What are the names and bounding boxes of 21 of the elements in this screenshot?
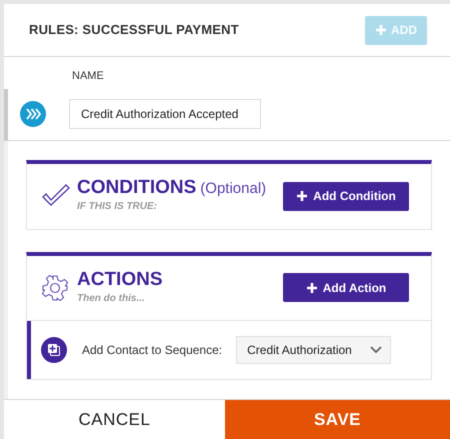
conditions-subtitle: IF THIS IS TRUE: xyxy=(77,200,158,214)
add-condition-button[interactable]: Add Condition xyxy=(283,182,409,210)
chevron-down-icon xyxy=(370,346,382,354)
checkmark-icon xyxy=(41,184,71,208)
add-action-button[interactable]: Add Action xyxy=(283,273,409,302)
plus-icon xyxy=(375,24,387,36)
optional-note: (Optional) xyxy=(200,181,266,196)
name-label: NAME xyxy=(71,69,105,84)
action-label: Add Contact to Sequence: xyxy=(82,342,222,358)
actions-subtitle: Then do this... xyxy=(77,292,146,306)
plus-icon xyxy=(306,282,318,294)
gear-icon xyxy=(41,274,69,302)
sequence-icon xyxy=(41,336,67,362)
plus-icon xyxy=(296,190,308,202)
panel-title: RULES: SUCCESSFUL PAYMENT xyxy=(29,21,239,40)
actions-title: ACTIONS xyxy=(77,270,162,288)
conditions-title: CONDITIONS xyxy=(77,178,196,197)
chevrons-icon xyxy=(20,101,46,127)
save-button[interactable]: SAVE xyxy=(225,400,450,439)
name-field[interactable]: Credit Authorization Accepted xyxy=(69,99,261,129)
sequence-dropdown[interactable]: Credit Authorization xyxy=(236,336,392,364)
